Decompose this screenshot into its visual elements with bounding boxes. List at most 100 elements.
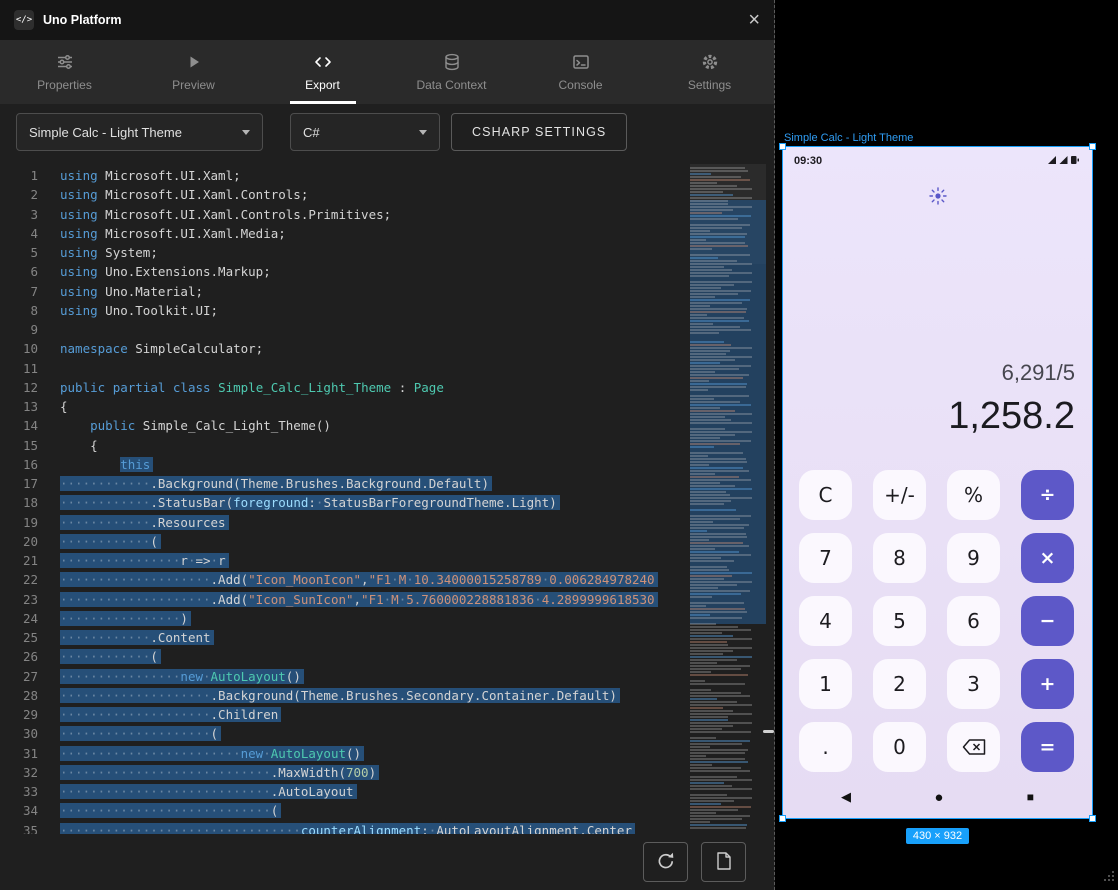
key-multiply[interactable]: × (1021, 533, 1074, 583)
code-line[interactable]: 10namespace SimpleCalculator; (0, 339, 774, 358)
code-line[interactable]: 18············.StatusBar(foreground:·Sta… (0, 493, 774, 512)
database-icon (443, 53, 461, 71)
code-line[interactable]: 35································counte… (0, 821, 774, 835)
key-0[interactable]: 0 (873, 722, 926, 772)
code-line[interactable]: 4using Microsoft.UI.Xaml.Media; (0, 224, 774, 243)
code-editor[interactable]: 1using Microsoft.UI.Xaml;2using Microsof… (0, 160, 774, 834)
export-file-button[interactable] (701, 842, 746, 882)
key-8[interactable]: 8 (873, 533, 926, 583)
tab-export[interactable]: Export (258, 40, 387, 104)
selection-handle-top-left[interactable] (779, 143, 786, 150)
code-line[interactable]: 15 { (0, 436, 774, 455)
code-line[interactable]: 24················) (0, 609, 774, 628)
code-line[interactable]: 17············.Background(Theme.Brushes.… (0, 474, 774, 493)
code-line[interactable]: 25············.Content (0, 628, 774, 647)
sun-icon[interactable] (928, 186, 948, 211)
line-number: 23 (0, 590, 38, 609)
code-line[interactable]: 9 (0, 320, 774, 339)
signal-icon (1060, 156, 1068, 164)
tab-settings[interactable]: Settings (645, 40, 774, 104)
line-number: 2 (0, 185, 38, 204)
line-number: 17 (0, 474, 38, 493)
code-line[interactable]: 22····················.Add("Icon_MoonIco… (0, 570, 774, 589)
line-number: 5 (0, 243, 38, 262)
line-number: 6 (0, 262, 38, 281)
code-line[interactable]: 3using Microsoft.UI.Xaml.Controls.Primit… (0, 205, 774, 224)
key-1[interactable]: 1 (799, 659, 852, 709)
window-resize-grip[interactable] (1103, 869, 1115, 887)
code-line[interactable]: 27················new·AutoLayout() (0, 667, 774, 686)
code-line[interactable]: 5using System; (0, 243, 774, 262)
code-line[interactable]: 6using Uno.Extensions.Markup; (0, 262, 774, 281)
key-equals[interactable]: = (1021, 722, 1074, 772)
code-line[interactable]: 11 (0, 359, 774, 378)
line-number: 35 (0, 821, 38, 835)
nav-home-icon[interactable]: ● (934, 789, 943, 806)
csharp-settings-button[interactable]: CSHARP SETTINGS (451, 113, 627, 151)
window-title: Uno Platform (43, 13, 121, 27)
code-line[interactable]: 7using Uno.Material; (0, 282, 774, 301)
code-line[interactable]: 29····················.Children (0, 705, 774, 724)
line-number: 25 (0, 628, 38, 647)
page-select[interactable]: Simple Calc - Light Theme (16, 113, 263, 151)
code-line[interactable]: 23····················.Add("Icon_SunIcon… (0, 590, 774, 609)
key-3[interactable]: 3 (947, 659, 1000, 709)
key-2[interactable]: 2 (873, 659, 926, 709)
phone-status-bar: 09:30 (783, 147, 1092, 170)
tab-properties[interactable]: Properties (0, 40, 129, 104)
key-9[interactable]: 9 (947, 533, 1000, 583)
panel-resize-handle[interactable] (763, 730, 774, 733)
tab-console[interactable]: Console (516, 40, 645, 104)
key-clear[interactable]: C (799, 470, 852, 520)
design-canvas[interactable]: Simple Calc - Light Theme 09:30 (775, 0, 1118, 890)
key-4[interactable]: 4 (799, 596, 852, 646)
selection-handle-bottom-right[interactable] (1089, 815, 1096, 822)
code-line[interactable]: 30····················( (0, 724, 774, 743)
code-line[interactable]: 12public partial class Simple_Calc_Light… (0, 378, 774, 397)
key-plus-minus[interactable]: +/- (873, 470, 926, 520)
status-icons (1047, 152, 1081, 170)
code-line[interactable]: 13{ (0, 397, 774, 416)
key-subtract[interactable]: − (1021, 596, 1074, 646)
code-line[interactable]: 34····························( (0, 801, 774, 820)
code-line[interactable]: 31························new·AutoLayout… (0, 744, 774, 763)
code-line[interactable]: 14 public Simple_Calc_Light_Theme() (0, 416, 774, 435)
minimap[interactable] (690, 164, 766, 830)
key-5[interactable]: 5 (873, 596, 926, 646)
key-6[interactable]: 6 (947, 596, 1000, 646)
code-area[interactable]: 1using Microsoft.UI.Xaml;2using Microsof… (0, 166, 774, 834)
document-icon (715, 851, 733, 874)
code-line[interactable]: 32····························.MaxWidth(… (0, 763, 774, 782)
code-line[interactable]: 8using Uno.Toolkit.UI; (0, 301, 774, 320)
code-line[interactable]: 19············.Resources (0, 513, 774, 532)
key-divide[interactable]: ÷ (1021, 470, 1074, 520)
phone-frame[interactable]: 09:30 (783, 147, 1092, 818)
code-line[interactable]: 28····················.Background(Theme.… (0, 686, 774, 705)
frame-label[interactable]: Simple Calc - Light Theme (784, 132, 913, 144)
key-add[interactable]: + (1021, 659, 1074, 709)
backspace-icon (961, 738, 987, 756)
code-line[interactable]: 26············( (0, 647, 774, 666)
nav-recents-icon[interactable]: ■ (1027, 790, 1034, 804)
tab-preview[interactable]: Preview (129, 40, 258, 104)
line-number: 30 (0, 724, 38, 743)
line-number: 11 (0, 359, 38, 378)
code-line[interactable]: 1using Microsoft.UI.Xaml; (0, 166, 774, 185)
export-actions (0, 834, 774, 890)
selection-handle-top-right[interactable] (1089, 143, 1096, 150)
key-backspace[interactable] (947, 722, 1000, 772)
code-line[interactable]: 2using Microsoft.UI.Xaml.Controls; (0, 185, 774, 204)
code-line[interactable]: 20············( (0, 532, 774, 551)
tab-data-context[interactable]: Data Context (387, 40, 516, 104)
close-icon[interactable]: × (748, 10, 760, 30)
key-7[interactable]: 7 (799, 533, 852, 583)
code-line[interactable]: 21················r·=>·r (0, 551, 774, 570)
language-select[interactable]: C# (290, 113, 440, 151)
code-line[interactable]: 16 this (0, 455, 774, 474)
refresh-button[interactable] (643, 842, 688, 882)
nav-back-icon[interactable]: ◀ (841, 789, 851, 805)
key-decimal[interactable]: . (799, 722, 852, 772)
selection-handle-bottom-left[interactable] (779, 815, 786, 822)
code-line[interactable]: 33····························.AutoLayou… (0, 782, 774, 801)
key-percent[interactable]: % (947, 470, 1000, 520)
